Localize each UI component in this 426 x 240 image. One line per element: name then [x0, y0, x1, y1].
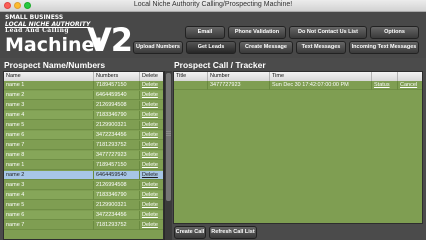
prospect-number-cell: 7183346790 [94, 111, 140, 120]
scroll-grip [166, 131, 171, 132]
delete-link[interactable]: Delete [140, 91, 165, 100]
prospect-name-cell: name 7 [4, 141, 94, 150]
delete-link[interactable]: Delete [140, 101, 165, 110]
create-call-button[interactable]: Create Call [174, 226, 206, 239]
prospects-table: Name Numbers Delete name 1 7189457150 Dele… [3, 71, 164, 240]
column-header-time[interactable]: Time [270, 72, 372, 81]
prospect-number-cell: 3477727923 [94, 151, 140, 160]
scroll-grip [166, 133, 171, 134]
upload-numbers-button[interactable]: Upload Numbers [133, 41, 183, 54]
column-header-name[interactable]: Name [4, 72, 94, 81]
tracker-time-cell: Sun Dec 30 17:42:07:00:00 PM [270, 81, 372, 90]
prospect-name-cell: name 1 [4, 81, 94, 90]
prospects-table-header: Name Numbers Delete [4, 72, 163, 81]
prospect-row[interactable]: name 4 7183346790 Delete [4, 111, 163, 120]
prospect-number-cell: 2129900321 [94, 201, 140, 210]
column-header-delete[interactable]: Delete [140, 72, 165, 81]
prospect-number-cell: 7189457150 [94, 81, 140, 90]
delete-link[interactable]: Delete [140, 221, 165, 230]
prospect-number-cell: 3472234456 [94, 131, 140, 140]
delete-link[interactable]: Delete [140, 181, 165, 190]
column-header-cancel[interactable] [398, 72, 424, 81]
prospect-row[interactable]: name 1 7189457150 Delete [4, 161, 163, 170]
create-message-button[interactable]: Create Message [239, 41, 293, 54]
tracker-row[interactable]: 3477727923 Sun Dec 30 17:42:07:00:00 PM … [174, 81, 422, 90]
prospect-name-cell: name 2 [4, 171, 94, 180]
prospect-row[interactable]: name 7 7181293752 Delete [4, 221, 163, 230]
delete-link[interactable]: Delete [140, 211, 165, 220]
tracker-title-cell [174, 81, 208, 90]
prospect-name-cell: name 7 [4, 221, 94, 230]
prospect-number-cell: 7183346790 [94, 191, 140, 200]
prospect-row[interactable]: name 4 7183346790 Delete [4, 191, 163, 200]
cancel-link[interactable]: Cancel [398, 81, 424, 90]
delete-link[interactable]: Delete [140, 141, 165, 150]
prospect-number-cell: 2126994508 [94, 181, 140, 190]
tracker-table: Title Number Time 3477727923 Sun Dec 30 … [173, 71, 423, 224]
prospect-row[interactable]: name 6 3472234456 Delete [4, 131, 163, 140]
phone-validation-button[interactable]: Phone Validation [228, 26, 286, 39]
delete-link[interactable]: Delete [140, 191, 165, 200]
prospect-row[interactable]: name 3 2126994508 Delete [4, 101, 163, 110]
prospect-name-cell: name 4 [4, 191, 94, 200]
status-link[interactable]: Status [372, 81, 398, 90]
prospect-name-cell: name 1 [4, 161, 94, 170]
prospect-name-cell: name 5 [4, 121, 94, 130]
get-leads-button[interactable]: Get Leads [186, 41, 236, 54]
prospects-panel-title: Prospect Name/Numbers [4, 60, 106, 70]
prospect-name-cell: name 2 [4, 91, 94, 100]
tracker-table-header: Title Number Time [174, 72, 422, 81]
prospect-name-cell: name 4 [4, 111, 94, 120]
prospect-row[interactable]: name 2 6464459540 Delete [4, 91, 163, 100]
prospect-row[interactable]: name 5 2129900321 Delete [4, 121, 163, 130]
options-button[interactable]: Options [370, 26, 419, 39]
prospect-number-cell: 7189457150 [94, 161, 140, 170]
delete-link[interactable]: Delete [140, 201, 165, 210]
delete-link[interactable]: Delete [140, 161, 165, 170]
prospects-scrollbar[interactable] [164, 71, 172, 240]
column-header-title[interactable]: Title [174, 72, 208, 81]
prospect-row[interactable]: name 2 6464459540 Delete [4, 171, 163, 180]
logo-version: V2 [87, 21, 133, 59]
delete-link[interactable]: Delete [140, 121, 165, 130]
prospect-number-cell: 3472234456 [94, 211, 140, 220]
prospect-row[interactable]: name 3 2126994508 Delete [4, 181, 163, 190]
delete-link[interactable]: Delete [140, 131, 165, 140]
prospect-name-cell: name 3 [4, 101, 94, 110]
prospect-row[interactable]: name 7 7181293752 Delete [4, 141, 163, 150]
do-not-contact-button[interactable]: Do Not Contact Us List [289, 26, 367, 39]
prospect-name-cell: name 6 [4, 131, 94, 140]
prospect-number-cell: 6464459540 [94, 91, 140, 100]
window-title: Local Niche Authority Calling/Prospectin… [133, 1, 293, 8]
prospect-name-cell: name 6 [4, 211, 94, 220]
prospect-name-cell: name 8 [4, 151, 94, 160]
column-header-number[interactable]: Number [208, 72, 270, 81]
tracker-number-cell: 3477727923 [208, 81, 270, 90]
delete-link[interactable]: Delete [140, 171, 165, 180]
delete-link[interactable]: Delete [140, 151, 165, 160]
prospects-scrollbar-thumb[interactable] [166, 73, 171, 201]
prospect-row[interactable]: name 8 3477727923 Delete [4, 151, 163, 160]
prospect-row[interactable]: name 1 7189457150 Delete [4, 81, 163, 90]
prospect-name-cell: name 3 [4, 181, 94, 190]
scroll-grip [166, 135, 171, 136]
column-header-numbers[interactable]: Numbers [94, 72, 140, 81]
text-messages-button[interactable]: Text Messages [296, 41, 346, 54]
delete-link[interactable]: Delete [140, 111, 165, 120]
window-titlebar: Local Niche Authority Calling/Prospectin… [0, 0, 426, 12]
prospect-row[interactable]: name 6 3472234456 Delete [4, 211, 163, 220]
prospect-number-cell: 7181293752 [94, 221, 140, 230]
prospect-number-cell: 2129900321 [94, 121, 140, 130]
refresh-call-list-button[interactable]: Refresh Call List [209, 226, 257, 239]
prospect-row[interactable]: name 5 2129900321 Delete [4, 201, 163, 210]
prospect-number-cell: 7181293752 [94, 141, 140, 150]
tracker-panel-title: Prospect Call / Tracker [174, 60, 266, 70]
delete-link[interactable]: Delete [140, 81, 165, 90]
prospect-number-cell: 6464459540 [94, 171, 140, 180]
email-button[interactable]: Email [185, 26, 225, 39]
prospect-name-cell: name 5 [4, 201, 94, 210]
column-header-status[interactable] [372, 72, 398, 81]
incoming-text-messages-button[interactable]: Incoming Text Messages [349, 41, 419, 54]
prospect-number-cell: 2126994508 [94, 101, 140, 110]
